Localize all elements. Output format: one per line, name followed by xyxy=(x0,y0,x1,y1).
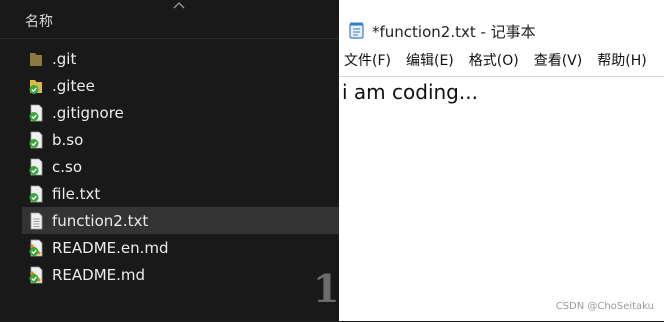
file-name-label: .gitee xyxy=(52,76,95,95)
file-synced-icon xyxy=(29,131,43,148)
notepad-window: *function2.txt - 记事本 文件(F) 编辑(E) 格式(O) 查看(V… xyxy=(339,0,664,321)
partial-overlay-text: 1 xyxy=(313,266,340,311)
file-synced-icon xyxy=(29,104,43,121)
editor-content[interactable]: i am coding... xyxy=(342,80,478,104)
file-row[interactable]: .gitignore xyxy=(22,99,340,126)
file-row[interactable]: b.so xyxy=(22,126,340,153)
watermark-credit: CSDN @ChoSeitaku xyxy=(555,301,654,312)
notepad-icon xyxy=(349,22,364,39)
menu-item[interactable]: 格式(O) xyxy=(469,50,519,74)
file-name-label: function2.txt xyxy=(52,211,149,230)
file-name-label: README.en.md xyxy=(52,238,169,257)
menu-item[interactable]: 查看(V) xyxy=(534,50,583,74)
sort-up-icon[interactable] xyxy=(173,1,185,9)
menu-item[interactable]: 编辑(E) xyxy=(406,50,454,74)
window-title: *function2.txt - 记事本 xyxy=(372,23,536,41)
file-row[interactable]: README.en.md xyxy=(22,234,340,261)
file-name-label: .git xyxy=(52,49,77,68)
file-row[interactable]: .git xyxy=(22,45,340,72)
file-name-label: b.so xyxy=(52,130,84,149)
file-row[interactable]: file.txt xyxy=(22,180,340,207)
menu-item[interactable]: 文件(F) xyxy=(344,50,391,74)
text-editor-area[interactable]: i am coding... xyxy=(339,76,664,322)
file-name-label: c.so xyxy=(52,157,83,176)
file-name-label: file.txt xyxy=(52,184,101,203)
file-row[interactable]: .gitee xyxy=(22,72,340,99)
markdown-file-icon xyxy=(29,266,43,283)
file-row[interactable]: c.so xyxy=(22,153,340,180)
text-file-icon xyxy=(30,212,43,229)
column-header-name[interactable]: 名称 xyxy=(25,11,53,31)
folder-icon xyxy=(30,52,42,66)
column-header[interactable]: 名称 xyxy=(0,0,340,39)
menu-bar: 文件(F) 编辑(E) 格式(O) 查看(V) 帮助(H) xyxy=(339,50,664,74)
file-explorer: 名称 .git .gitee .gitignore b.so c.so file.txt f… xyxy=(0,0,340,321)
file-name-label: README.md xyxy=(52,265,146,284)
markdown-file-icon xyxy=(29,239,43,256)
title-bar[interactable]: *function2.txt - 记事本 xyxy=(339,0,664,44)
folder-synced-icon xyxy=(29,79,42,94)
file-name-label: .gitignore xyxy=(52,103,124,122)
file-synced-icon xyxy=(29,185,43,202)
file-row[interactable]: function2.txt xyxy=(22,207,340,234)
file-row[interactable]: README.md xyxy=(22,261,340,288)
file-synced-icon xyxy=(29,158,43,175)
menu-item[interactable]: 帮助(H) xyxy=(597,50,646,74)
file-list: .git .gitee .gitignore b.so c.so file.txt func… xyxy=(22,45,340,288)
